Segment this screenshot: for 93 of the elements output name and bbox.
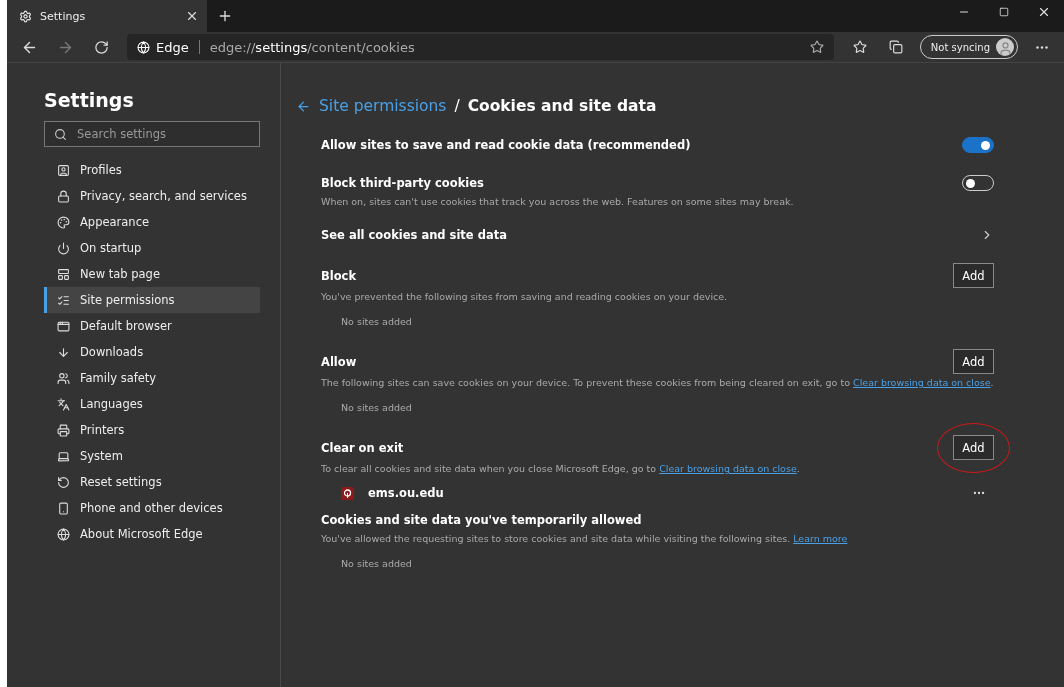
favorite-star-icon[interactable] (809, 40, 824, 54)
globe-icon (57, 527, 70, 541)
section-title: Allow sites to save and read cookie data (recommended) (321, 138, 691, 152)
sidebar-item-label: Appearance (80, 215, 150, 229)
sidebar-item[interactable]: Languages (44, 391, 260, 417)
collections-icon (888, 40, 903, 54)
laptop-icon (57, 449, 70, 463)
sidebar-item[interactable]: Reset settings (44, 469, 260, 495)
section-title: Cookies and site data you've temporarily allowed (321, 513, 642, 527)
add-button[interactable]: Add (953, 263, 994, 288)
more-icon (1036, 45, 1048, 49)
languages-icon (57, 397, 70, 411)
section-title: Allow (321, 354, 357, 369)
close-icon (185, 9, 199, 23)
sidebar-item[interactable]: About Microsoft Edge (44, 521, 260, 547)
empty-list-text: No sites added (340, 315, 413, 329)
sidebar-item-label: On startup (80, 241, 142, 255)
page-title: Cookies and site data (467, 97, 657, 115)
plus-icon (217, 8, 233, 24)
avatar-icon (996, 38, 1014, 56)
section-description: You've allowed the requesting sites to store cookies and site data while visiting the following sites. Learn more (321, 533, 849, 544)
sidebar-item-label: Default browser (80, 319, 172, 333)
phone-icon (57, 501, 70, 515)
sidebar-item[interactable]: Profiles (44, 157, 260, 183)
sidebar-item[interactable]: System (44, 443, 260, 469)
checklist-icon (57, 293, 70, 307)
sidebar-item[interactable]: Appearance (44, 209, 260, 235)
link[interactable]: Clear browsing data on close (659, 463, 797, 474)
sidebar-item-label: Family safety (80, 371, 157, 385)
maximize-icon (999, 7, 1009, 17)
sidebar-item-label: Site permissions (80, 293, 175, 307)
section-description: When on, sites can't use cookies that track you across the web. Features on some sites may break. (321, 196, 795, 207)
toggle-switch[interactable] (962, 137, 994, 153)
sidebar-item[interactable]: On startup (44, 235, 260, 261)
link[interactable]: Learn more (793, 533, 848, 544)
sidebar-item[interactable]: Phone and other devices (44, 495, 260, 521)
refresh-icon (93, 39, 109, 55)
sidebar-item[interactable]: Downloads (44, 339, 260, 365)
sidebar-item[interactable]: Family safety (44, 365, 260, 391)
site-domain: ems.ou.edu (368, 486, 445, 500)
breadcrumb-separator: / (454, 97, 460, 115)
add-button[interactable]: Add (953, 435, 994, 460)
search-field[interactable]: Search settings (44, 121, 260, 147)
sidebar-item[interactable]: New tab page (44, 261, 260, 287)
address-brand: Edge (156, 39, 189, 55)
people-icon (57, 371, 70, 385)
sidebar-item[interactable]: Printers (44, 417, 260, 443)
star-icon (852, 40, 867, 54)
close-icon (1037, 5, 1051, 19)
sidebar-item[interactable]: Privacy, search, and services (44, 183, 260, 209)
window-icon (57, 319, 70, 333)
sidebar-item-label: Reset settings (80, 475, 162, 489)
section-title: Block third-party cookies (321, 176, 484, 190)
printer-icon (57, 423, 70, 437)
download-icon (57, 345, 70, 359)
sidebar-item-label: Profiles (80, 163, 122, 177)
sidebar-item-label: Privacy, search, and services (80, 189, 247, 203)
browser-tab[interactable]: Settings (7, 0, 207, 32)
sidebar-item-label: Languages (80, 397, 143, 411)
section-title: Clear on exit (321, 440, 404, 455)
gear-icon (19, 9, 32, 23)
section-title: Block (321, 268, 357, 283)
reset-icon (57, 475, 70, 489)
empty-list-text: No sites added (340, 401, 413, 415)
power-icon (57, 241, 70, 255)
lock-icon (57, 189, 70, 203)
add-button[interactable]: Add (953, 349, 994, 374)
sidebar-item[interactable]: Default browser (44, 313, 260, 339)
empty-list-text: No sites added (340, 557, 413, 571)
site-favicon (341, 486, 354, 500)
sidebar-item-label: Phone and other devices (80, 501, 223, 515)
sidebar-item-label: Printers (80, 423, 125, 437)
back-button[interactable] (296, 98, 311, 114)
address-url: edge://settings/content/cookies (209, 39, 415, 55)
palette-icon (57, 215, 70, 229)
sidebar-item-label: System (80, 449, 123, 463)
sidebar-title: Settings (44, 89, 135, 111)
section-title: See all cookies and site data (321, 228, 507, 242)
sidebar-item-label: Downloads (80, 345, 144, 359)
section-description: You've prevented the following sites from saving and reading cookies on your device. (321, 291, 729, 302)
layout-icon (57, 267, 70, 281)
profile-icon (57, 163, 70, 177)
edge-logo-icon (137, 40, 150, 54)
close-tab-button[interactable] (185, 9, 199, 23)
breadcrumb-link[interactable]: Site permissions (319, 97, 447, 115)
link[interactable]: Clear browsing data on close (853, 377, 991, 388)
address-bar[interactable]: Edge edge://settings/content/cookies (127, 34, 834, 60)
section-description: The following sites can save cookies on your device. To prevent these cookies from being cleared on exit, go to Clear browsing data on close. (321, 377, 994, 388)
sidebar-item-label: About Microsoft Edge (80, 527, 203, 541)
tab-title: Settings (40, 9, 87, 23)
sidebar-item-label: New tab page (80, 267, 160, 281)
sidebar-item[interactable]: Site permissions (44, 287, 260, 313)
section-description: To clear all cookies and site data when you close Microsoft Edge, go to Clear browsing data on close. (321, 463, 801, 474)
